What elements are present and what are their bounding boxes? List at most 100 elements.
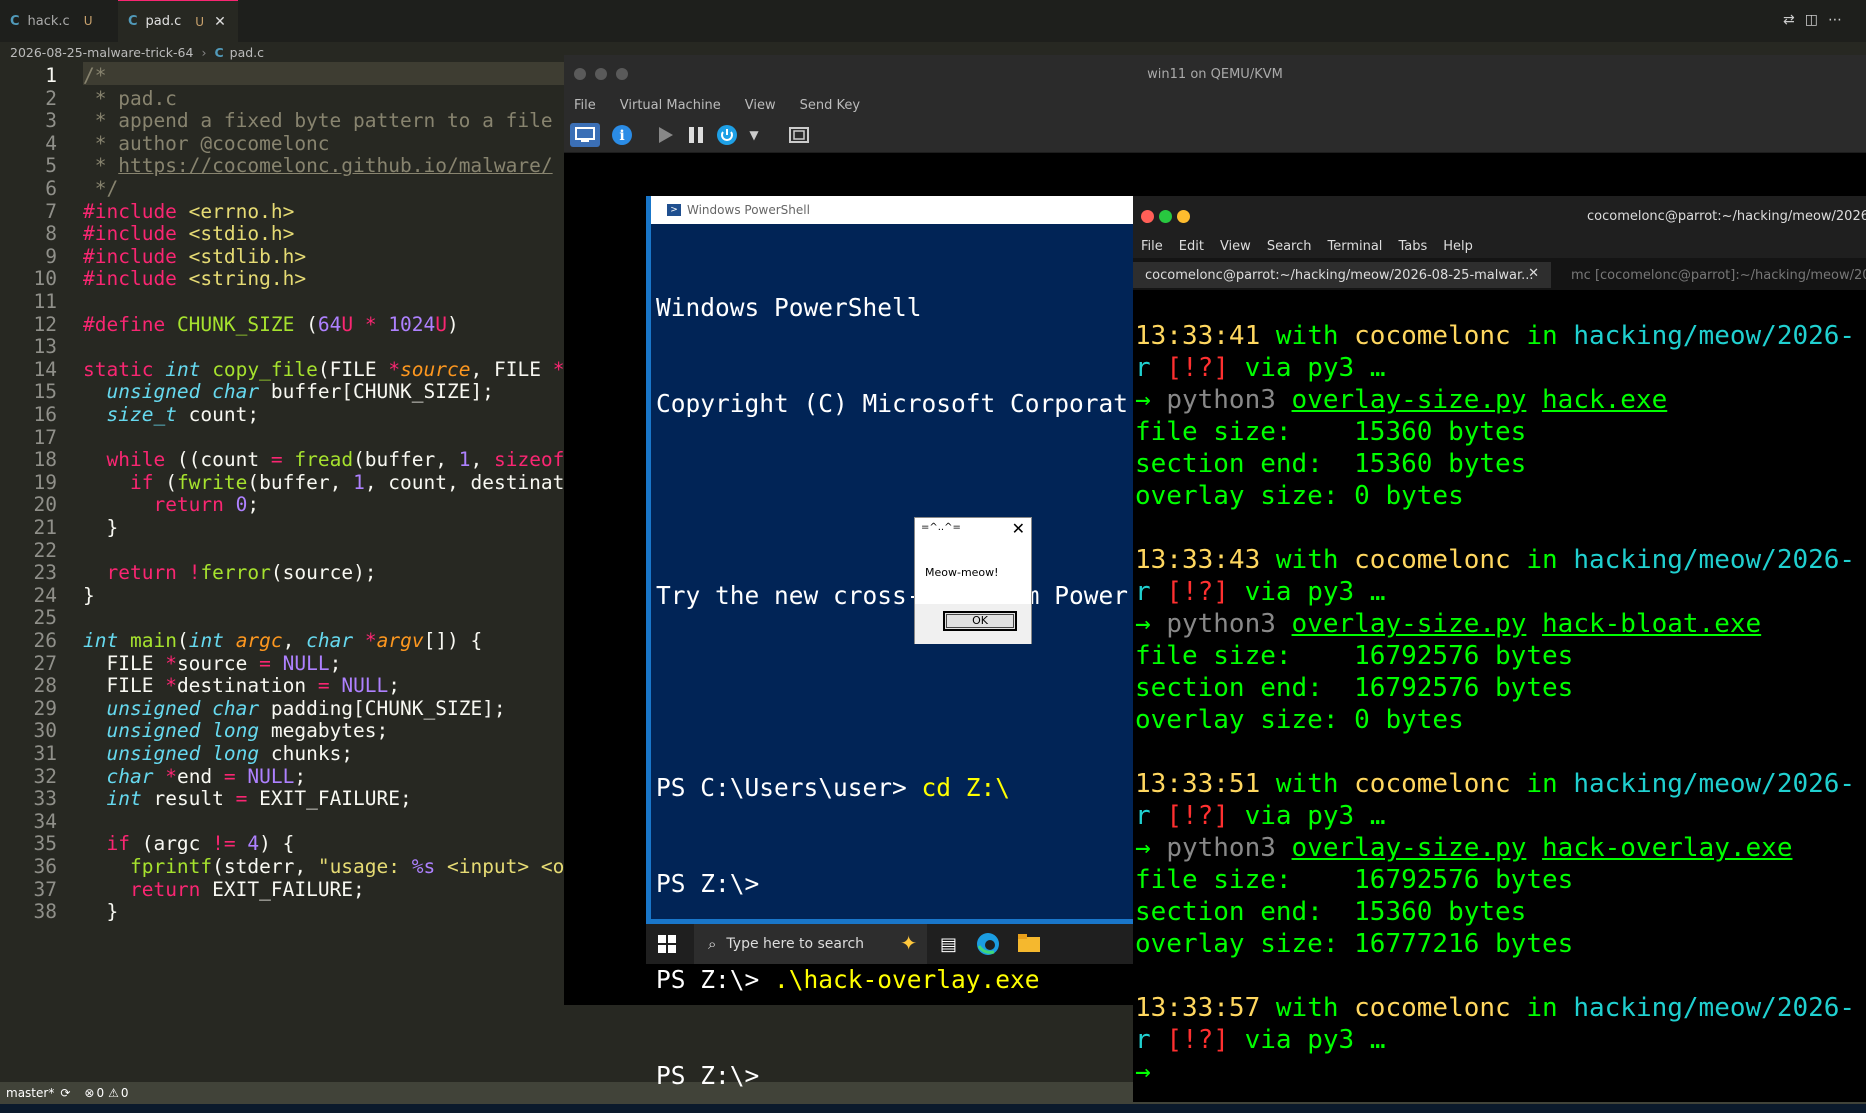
terminal-output[interactable]: 13:33:41 with cocomelonc in hacking/meow… <box>1135 320 1866 1088</box>
message-box-title: =^..^= <box>921 522 961 533</box>
pause-icon[interactable] <box>684 123 708 147</box>
output-line: file size: 15360 bytes <box>1135 417 1527 447</box>
terminal-menu-bar: File Edit View Search Terminal Tabs Help <box>1133 234 1866 258</box>
close-dot-icon[interactable] <box>1141 210 1154 223</box>
prompt-line: 13:33:43 with cocomelonc in hacking/meow… <box>1135 545 1856 575</box>
powershell-output[interactable]: Windows PowerShell Copyright (C) Microso… <box>656 228 1156 1113</box>
taskbar-search[interactable]: ⌕ Type here to search ✦ <box>694 924 927 964</box>
tab-hack-c[interactable]: C hack.c U <box>0 0 112 42</box>
tab-pad-c[interactable]: C pad.c U ✕ <box>118 0 238 42</box>
vm-menu-view[interactable]: View <box>745 98 776 113</box>
tab-label: hack.c <box>27 13 70 29</box>
vm-menu-file[interactable]: File <box>574 98 596 113</box>
terminal-tab-label: cocomelonc@parrot:~/hacking/meow/2026-08… <box>1145 267 1534 283</box>
powershell-icon: > <box>667 204 681 216</box>
ps-command: .\hack-overlay.exe <box>774 965 1040 994</box>
command-line: → python3 overlay-size.py hack-overlay.e… <box>1135 833 1793 863</box>
output-line: overlay size: 16777216 bytes <box>1135 929 1574 959</box>
copilot-sparkle-icon: ✦ <box>900 931 917 955</box>
breadcrumb-file[interactable]: pad.c <box>230 45 264 60</box>
console-icon[interactable] <box>570 123 600 147</box>
output-line: overlay size: 0 bytes <box>1135 705 1464 735</box>
minimize-dot-icon[interactable] <box>1177 210 1190 223</box>
prompt-line: 13:33:41 with cocomelonc in hacking/meow… <box>1135 321 1856 351</box>
more-icon[interactable]: ⋯ <box>1828 12 1852 28</box>
term-menu-file[interactable]: File <box>1141 239 1163 254</box>
powershell-window[interactable]: > Windows PowerShell Windows PowerShell … <box>646 196 1166 1090</box>
command-line: → python3 overlay-size.py hack-bloat.exe <box>1135 609 1762 639</box>
output-line: file size: 16792576 bytes <box>1135 865 1574 895</box>
powershell-title-bar: > Windows PowerShell <box>651 196 1161 224</box>
terminal-tab-mc[interactable]: mc [cocomelonc@parrot]:~/hacking/meow/20… <box>1559 262 1866 288</box>
windows-start-icon[interactable] <box>658 935 676 957</box>
terminal-tab-bar: cocomelonc@parrot:~/hacking/meow/2026-08… <box>1133 258 1866 290</box>
task-view-icon[interactable]: ▤ <box>940 934 957 955</box>
sync-icon[interactable]: ⟳ <box>60 1086 70 1100</box>
prompt-line: r [!?] via py3 … <box>1135 577 1386 607</box>
edge-icon[interactable] <box>976 932 1000 960</box>
ok-button[interactable]: OK <box>943 611 1017 631</box>
term-menu-terminal[interactable]: Terminal <box>1327 239 1382 254</box>
ps-line: Windows PowerShell <box>656 293 922 322</box>
prompt-line: r [!?] via py3 … <box>1135 1025 1386 1055</box>
message-box: =^..^= ✕ Meow-meow! OK <box>914 517 1032 644</box>
command-line: → python3 overlay-size.py hack.exe <box>1135 385 1668 415</box>
ps-line: PS Z:\> <box>656 869 760 898</box>
prompt-line: r [!?] via py3 … <box>1135 801 1386 831</box>
ps-line: PS Z:\> <box>656 1061 760 1090</box>
output-line: section end: 16792576 bytes <box>1135 673 1574 703</box>
ps-line <box>656 676 1156 708</box>
compare-icon[interactable]: ⇄ <box>1783 12 1805 28</box>
untracked-badge: U <box>195 14 205 29</box>
close-icon[interactable]: ✕ <box>1012 519 1025 538</box>
term-menu-tabs[interactable]: Tabs <box>1398 239 1427 254</box>
vm-title-bar: win11 on QEMU/KVM <box>564 55 1866 93</box>
ps-line <box>656 484 1156 516</box>
vm-menu-bar: File Virtual Machine View Send Key <box>564 93 1866 117</box>
untracked-badge: U <box>83 14 93 28</box>
output-line: file size: 16792576 bytes <box>1135 641 1574 671</box>
split-editor-icon[interactable]: ◫ <box>1805 12 1828 28</box>
line-number: 38 <box>33 900 57 924</box>
error-count: 0 <box>96 1086 105 1100</box>
play-icon[interactable] <box>654 123 678 147</box>
ps-prompt: PS C:\Users\user> <box>656 773 922 802</box>
file-explorer-icon[interactable] <box>1018 934 1040 956</box>
term-menu-edit[interactable]: Edit <box>1179 239 1204 254</box>
breadcrumb-folder[interactable]: 2026-08-25-malware-trick-64 <box>10 45 193 60</box>
chevron-down-icon[interactable]: ▼ <box>744 123 764 147</box>
tab-label: pad.c <box>145 14 182 29</box>
branch-label[interactable]: master* <box>6 1086 54 1100</box>
errors-icon[interactable]: ⊗ <box>84 1086 94 1100</box>
vm-menu-send-key[interactable]: Send Key <box>800 98 860 113</box>
ps-command: cd Z:\ <box>921 773 1011 802</box>
editor-tab-bar: C hack.c U C pad.c U ✕ ⇄◫⋯ <box>0 0 1866 42</box>
vm-menu-virtual-machine[interactable]: Virtual Machine <box>620 98 721 113</box>
terminal-title: cocomelonc@parrot:~/hacking/meow/2026-0 <box>1587 209 1866 224</box>
term-menu-search[interactable]: Search <box>1267 239 1312 254</box>
maximize-dot-icon[interactable] <box>1159 210 1172 223</box>
output-line: section end: 15360 bytes <box>1135 897 1527 927</box>
terminal-tab-label: mc [cocomelonc@parrot]:~/hacking/meow/20… <box>1571 267 1866 283</box>
term-menu-view[interactable]: View <box>1220 239 1251 254</box>
fullscreen-icon[interactable] <box>786 123 812 147</box>
breadcrumb: 2026-08-25-malware-trick-64 › C pad.c <box>0 42 264 62</box>
close-icon[interactable]: ✕ <box>1528 266 1539 281</box>
info-icon[interactable]: i <box>610 123 634 147</box>
search-placeholder: Type here to search <box>726 936 865 952</box>
warning-icon[interactable]: ⚠ <box>108 1086 119 1100</box>
terminal-tab-active[interactable]: cocomelonc@parrot:~/hacking/meow/2026-08… <box>1133 262 1551 288</box>
ps-line: PS C:\Users\user> cd Z:\ <box>656 772 1156 804</box>
prompt-line: 13:33:57 with cocomelonc in hacking/meow… <box>1135 993 1856 1023</box>
chevron-right-icon: › <box>201 44 207 60</box>
term-menu-help[interactable]: Help <box>1443 239 1473 254</box>
terminal-window[interactable]: cocomelonc@parrot:~/hacking/meow/2026-0 … <box>1133 196 1866 1102</box>
c-file-icon: C <box>128 14 138 29</box>
vm-title: win11 on QEMU/KVM <box>1147 67 1283 82</box>
close-icon[interactable]: ✕ <box>214 14 226 30</box>
power-icon[interactable] <box>714 123 740 147</box>
ps-line: PS Z:\> .\hack-overlay.exe <box>656 964 1156 996</box>
command-line: → <box>1135 1057 1151 1087</box>
